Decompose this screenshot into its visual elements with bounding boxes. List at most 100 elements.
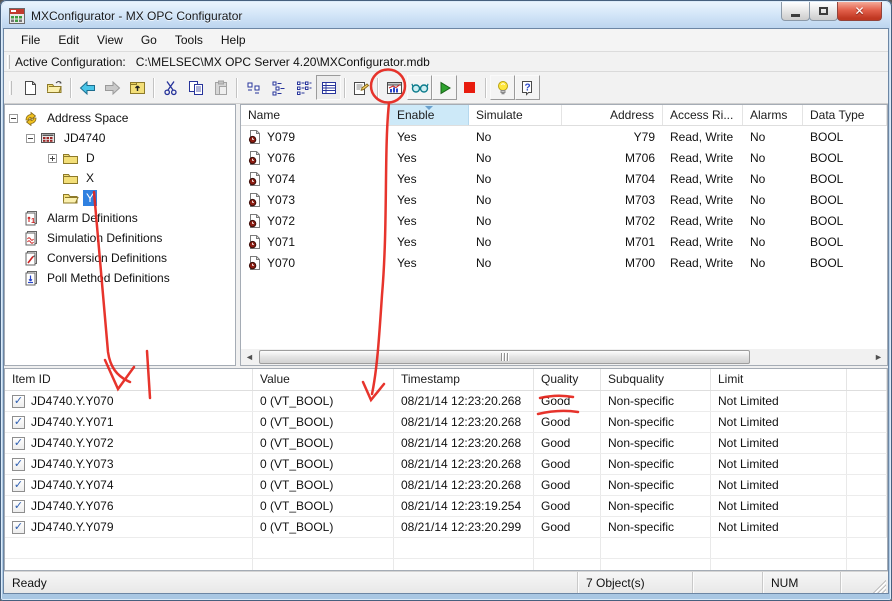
help-button[interactable]: ? xyxy=(515,75,540,100)
monitor-view-glasses-button[interactable] xyxy=(407,75,432,100)
tree-label[interactable]: D xyxy=(83,150,98,166)
collapse-icon[interactable] xyxy=(26,134,35,143)
close-button[interactable]: ✕ xyxy=(837,2,882,21)
view-small-icons-button[interactable] xyxy=(266,75,291,100)
item-checkbox-checked[interactable]: ✓ xyxy=(12,416,25,429)
column-header-access-rights[interactable]: Access Ri... xyxy=(663,105,743,125)
column-header-data-type[interactable]: Data Type xyxy=(803,105,887,125)
monitor-row[interactable]: ✓JD4740.Y.Y070 0 (VT_BOOL) 08/21/14 12:2… xyxy=(5,391,887,412)
tree-item-jd4740[interactable]: JD4740 xyxy=(5,128,235,148)
item-quality: Good xyxy=(534,496,601,516)
tag-row[interactable]: Y074 Yes No M704 Read, Write No BOOL xyxy=(241,168,887,189)
tag-simulate: No xyxy=(469,214,562,228)
properties-button[interactable] xyxy=(349,75,374,100)
collapse-icon[interactable] xyxy=(9,114,18,123)
tree-item-poll-method-definitions[interactable]: Poll Method Definitions xyxy=(5,268,235,288)
scrollbar-thumb[interactable] xyxy=(259,350,750,364)
item-id: JD4740.Y.Y074 xyxy=(31,478,114,492)
tag-enable: Yes xyxy=(390,256,469,270)
view-list-button[interactable] xyxy=(291,75,316,100)
tree-item-alarm-definitions[interactable]: 1 Alarm Definitions xyxy=(5,208,235,228)
tree-label[interactable]: JD4740 xyxy=(61,130,108,146)
column-header-simulate[interactable]: Simulate xyxy=(469,105,562,125)
column-header-item-id[interactable]: Item ID xyxy=(5,369,253,390)
tag-alarms: No xyxy=(743,172,803,186)
menu-edit[interactable]: Edit xyxy=(49,30,88,50)
monitor-row[interactable]: ✓JD4740.Y.Y076 0 (VT_BOOL) 08/21/14 12:2… xyxy=(5,496,887,517)
tree-item-d[interactable]: D xyxy=(5,148,235,168)
monitor-row[interactable]: ✓JD4740.Y.Y072 0 (VT_BOOL) 08/21/14 12:2… xyxy=(5,433,887,454)
menu-view[interactable]: View xyxy=(88,30,132,50)
resize-grip[interactable] xyxy=(870,577,886,593)
column-header-timestamp[interactable]: Timestamp xyxy=(394,369,534,390)
maximize-button[interactable] xyxy=(809,2,838,21)
tree-label[interactable]: X xyxy=(83,170,97,186)
view-large-icons-button[interactable] xyxy=(241,75,266,100)
tree-item-address-space[interactable]: Address Space xyxy=(5,108,235,128)
open-configuration-button[interactable] xyxy=(42,75,67,100)
back-button[interactable] xyxy=(75,75,100,100)
column-header-subquality[interactable]: Subquality xyxy=(601,369,711,390)
menu-file[interactable]: File xyxy=(12,30,49,50)
menu-go[interactable]: Go xyxy=(132,30,166,50)
column-header-quality[interactable]: Quality xyxy=(534,369,601,390)
tag-row[interactable]: Y070 Yes No M700 Read, Write No BOOL xyxy=(241,252,887,273)
monitor-view-chart-button[interactable] xyxy=(382,75,407,100)
menu-help[interactable]: Help xyxy=(212,30,255,50)
tag-row[interactable]: Y071 Yes No M701 Read, Write No BOOL xyxy=(241,231,887,252)
item-timestamp: 08/21/14 12:23:20.268 xyxy=(394,433,534,453)
column-header-alarms[interactable]: Alarms xyxy=(743,105,803,125)
minimize-button[interactable] xyxy=(781,2,810,21)
copy-button[interactable] xyxy=(183,75,208,100)
tree-item-y-selected[interactable]: Y xyxy=(5,188,235,208)
item-checkbox-checked[interactable]: ✓ xyxy=(12,437,25,450)
monitor-row[interactable]: ✓JD4740.Y.Y079 0 (VT_BOOL) 08/21/14 12:2… xyxy=(5,517,887,538)
monitor-row[interactable]: ✓JD4740.Y.Y073 0 (VT_BOOL) 08/21/14 12:2… xyxy=(5,454,887,475)
tree-item-x[interactable]: X xyxy=(5,168,235,188)
stop-runtime-button[interactable] xyxy=(457,75,482,100)
item-checkbox-checked[interactable]: ✓ xyxy=(12,458,25,471)
column-header-address[interactable]: Address xyxy=(562,105,663,125)
status-grip-panel xyxy=(840,572,888,593)
tree-label[interactable]: Alarm Definitions xyxy=(44,210,141,226)
tree-label[interactable]: Simulation Definitions xyxy=(44,230,165,246)
tree-label[interactable]: Conversion Definitions xyxy=(44,250,170,266)
tag-row[interactable]: Y076 Yes No M706 Read, Write No BOOL xyxy=(241,147,887,168)
tree-item-simulation-definitions[interactable]: Simulation Definitions xyxy=(5,228,235,248)
tree-label-selected[interactable]: Y xyxy=(83,190,97,206)
forward-button[interactable] xyxy=(100,75,125,100)
tag-row[interactable]: Y079 Yes No Y79 Read, Write No BOOL xyxy=(241,126,887,147)
item-limit: Not Limited xyxy=(711,517,847,537)
title-bar[interactable]: MXConfigurator - MX OPC Configurator ✕ xyxy=(2,2,890,29)
scrollbar-track[interactable] xyxy=(258,349,870,365)
cut-button[interactable] xyxy=(158,75,183,100)
item-checkbox-checked[interactable]: ✓ xyxy=(12,395,25,408)
lightbulb-tips-button[interactable] xyxy=(490,75,515,100)
scroll-right-button[interactable]: ► xyxy=(870,349,887,365)
paste-button[interactable] xyxy=(208,75,233,100)
new-document-button[interactable] xyxy=(17,75,42,100)
tag-row[interactable]: Y072 Yes No M702 Read, Write No BOOL xyxy=(241,210,887,231)
column-header-name[interactable]: Name xyxy=(241,105,390,125)
tree-item-conversion-definitions[interactable]: Conversion Definitions xyxy=(5,248,235,268)
scroll-left-button[interactable]: ◄ xyxy=(241,349,258,365)
monitor-row[interactable]: ✓JD4740.Y.Y071 0 (VT_BOOL) 08/21/14 12:2… xyxy=(5,412,887,433)
tag-row[interactable]: Y073 Yes No M703 Read, Write No BOOL xyxy=(241,189,887,210)
tree-label[interactable]: Poll Method Definitions xyxy=(44,270,173,286)
tag-access-rights: Read, Write xyxy=(663,130,743,144)
menu-tools[interactable]: Tools xyxy=(166,30,212,50)
item-checkbox-checked[interactable]: ✓ xyxy=(12,479,25,492)
tag-enable: Yes xyxy=(390,193,469,207)
column-header-value[interactable]: Value xyxy=(253,369,394,390)
start-runtime-button[interactable] xyxy=(432,75,457,100)
column-header-limit[interactable]: Limit xyxy=(711,369,847,390)
item-checkbox-checked[interactable]: ✓ xyxy=(12,521,25,534)
view-details-button[interactable] xyxy=(316,75,341,100)
tree-label[interactable]: Address Space xyxy=(44,110,131,126)
item-checkbox-checked[interactable]: ✓ xyxy=(12,500,25,513)
up-one-level-button[interactable] xyxy=(125,75,150,100)
column-header-enable[interactable]: Enable xyxy=(390,105,469,125)
horizontal-scrollbar[interactable]: ◄ ► xyxy=(241,349,887,365)
expand-icon[interactable] xyxy=(48,154,57,163)
monitor-row[interactable]: ✓JD4740.Y.Y074 0 (VT_BOOL) 08/21/14 12:2… xyxy=(5,475,887,496)
